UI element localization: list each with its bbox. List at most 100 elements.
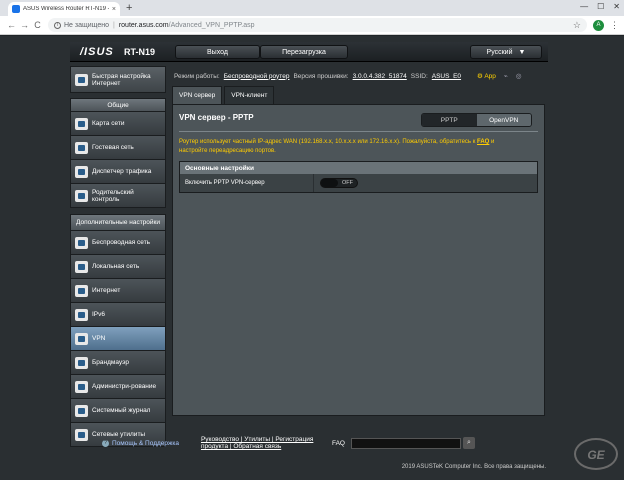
sidebar-item-label: IPv6 (92, 311, 106, 318)
help-label: Помощь & Поддержка (112, 439, 179, 447)
sidebar-item-parental-control[interactable]: Родительский контроль (70, 184, 166, 208)
sidebar-item-wan[interactable]: Интернет (70, 279, 166, 303)
basic-settings-header: Основные настройки (180, 162, 537, 174)
firmware-link[interactable]: 3.0.0.4.382_51874 (353, 73, 407, 80)
sidebar-item-label: Диспетчер трафика (92, 168, 152, 175)
pptp-option[interactable]: PPTP (422, 114, 477, 126)
firmware-label: Версия прошивки: (293, 72, 349, 80)
model-name: RT-N19 (124, 47, 156, 57)
table-row: Включить PPTP VPN-сервер OFF (180, 174, 537, 192)
app-label: App (484, 73, 496, 80)
window-controls: — ☐ ✕ (580, 2, 620, 11)
warning-text-pre: Роутер использует частный IP-адрес WAN (… (179, 139, 478, 145)
favicon-icon (12, 5, 20, 13)
wireless-icon (75, 236, 88, 249)
sidebar-item-label: Родительский контроль (92, 188, 134, 203)
logout-button[interactable]: Выход (175, 45, 260, 59)
faq-search-input[interactable] (351, 437, 461, 449)
sidebar-item-wireless[interactable]: Беспроводная сеть (70, 231, 166, 255)
help-support-link[interactable]: ? Помощь & Поддержка (102, 439, 179, 447)
network-map-icon (75, 117, 88, 130)
usb-icon[interactable]: ⌁ (504, 72, 508, 80)
links-line-2[interactable]: продукта | Обратная связь (201, 443, 281, 450)
back-button[interactable]: ← (5, 20, 18, 30)
minimize-button[interactable]: — (580, 2, 588, 11)
sidebar-item-lan[interactable]: Локальная сеть (70, 255, 166, 279)
browser-tab[interactable]: ASUS Wireless Router RT-N19 - × (8, 2, 120, 16)
language-select[interactable]: Русский ▼ (470, 45, 542, 59)
watermark-logo: GE (574, 438, 618, 470)
tab-title: ASUS Wireless Router RT-N19 - (23, 6, 109, 12)
vpn-type-switch: PPTP OpenVPN (421, 113, 532, 127)
ssid-link[interactable]: ASUS_E0 (432, 73, 461, 80)
system-log-icon (75, 404, 88, 417)
sidebar-item-label: Брандмауэр (92, 359, 129, 366)
sidebar-item-network-map[interactable]: Карта сети (70, 112, 166, 136)
bookmark-star-icon[interactable]: ☆ (573, 20, 581, 31)
links-line-1[interactable]: Руководство | Утилиты | Регистрация (201, 436, 313, 443)
faq-link[interactable]: FAQ (477, 139, 489, 145)
router-header: /ISUS RT-N19 Выход Перезагрузка Русский … (70, 42, 548, 62)
tab-vpn-client[interactable]: VPN-клиент (224, 86, 275, 104)
toggle-state: OFF (342, 180, 353, 186)
reload-button[interactable]: C (31, 20, 44, 30)
sidebar-item-vpn[interactable]: VPN (70, 327, 166, 351)
tab-close-icon[interactable]: × (112, 6, 116, 13)
guest-network-icon (75, 141, 88, 154)
mode-label: Режим работы: (174, 72, 220, 80)
toggle-knob (321, 179, 338, 187)
reboot-button[interactable]: Перезагрузка (260, 45, 348, 59)
sidebar-item-ipv6[interactable]: IPv6 (70, 303, 166, 327)
pptp-toggle[interactable]: OFF (320, 178, 358, 188)
sidebar-item-firewall[interactable]: Брандмауэр (70, 351, 166, 375)
asus-logo: /ISUS (80, 46, 114, 58)
address-bar[interactable]: i Не защищено | router.asus.com /Advance… (48, 18, 587, 32)
new-tab-button[interactable]: + (126, 2, 132, 14)
close-window-button[interactable]: ✕ (613, 2, 620, 11)
sidebar-item-guest-network[interactable]: Гостевая сеть (70, 136, 166, 160)
sidebar-item-traffic-manager[interactable]: Диспетчер трафика (70, 160, 166, 184)
openvpn-option[interactable]: OpenVPN (476, 114, 531, 126)
not-secure-label: Не защищено (64, 21, 109, 29)
footer-links[interactable]: Руководство | Утилиты | Регистрация прод… (201, 436, 313, 450)
tab-vpn-server[interactable]: VPN сервер (172, 86, 223, 104)
maximize-button[interactable]: ☐ (597, 2, 604, 11)
wifi-status-icon[interactable]: ◎ (516, 72, 522, 80)
advanced-header: Дополнительные настройки (70, 214, 166, 231)
firewall-icon (75, 356, 88, 369)
url-path: /Advanced_VPN_PPTP.asp (168, 21, 255, 29)
sidebar-item-label: Гостевая сеть (92, 144, 134, 151)
footer-bar: ? Помощь & Поддержка Руководство | Утили… (102, 432, 475, 454)
main-content: Режим работы: Беспроводной роутер Версия… (172, 66, 545, 416)
mode-link[interactable]: Беспроводной роутер (224, 73, 290, 80)
divider (179, 131, 538, 132)
wan-icon (75, 284, 88, 297)
faq-label: FAQ (331, 439, 345, 447)
ipv6-icon (75, 308, 88, 321)
traffic-manager-icon (75, 165, 88, 178)
administration-icon (75, 380, 88, 393)
quick-setup-button[interactable]: Быстрая настройка Интернет (70, 66, 166, 93)
profile-avatar[interactable]: A (593, 19, 604, 31)
language-value: Русский (486, 48, 513, 56)
vpn-tabs: VPN сервер VPN-клиент (172, 86, 545, 104)
address-separator: | (113, 21, 115, 29)
sidebar-item-administration[interactable]: Администри-рование (70, 375, 166, 399)
lan-icon (75, 260, 88, 273)
app-link[interactable]: ⚙ App (477, 72, 496, 80)
sidebar: Быстрая настройка Интернет Общие Карта с… (70, 66, 166, 447)
wan-warning: Роутер использует частный IP-адрес WAN (… (179, 138, 519, 155)
search-icon[interactable]: ⌕ (463, 437, 475, 449)
parental-control-icon (75, 189, 88, 202)
forward-button[interactable]: → (18, 20, 31, 30)
footer: ? Помощь & Поддержка Руководство | Утили… (0, 432, 624, 480)
info-icon[interactable]: i (54, 21, 61, 29)
sidebar-item-system-log[interactable]: Системный журнал (70, 399, 166, 423)
router-page: /ISUS RT-N19 Выход Перезагрузка Русский … (0, 36, 624, 480)
browser-menu-icon[interactable]: ⋮ (610, 20, 619, 31)
ssid-label: SSID: (410, 72, 428, 80)
enable-pptp-label: Включить PPTP VPN-сервер (180, 174, 314, 192)
quick-setup-icon (75, 73, 88, 86)
sidebar-item-label: Интернет (92, 287, 121, 294)
help-icon: ? (102, 439, 109, 447)
